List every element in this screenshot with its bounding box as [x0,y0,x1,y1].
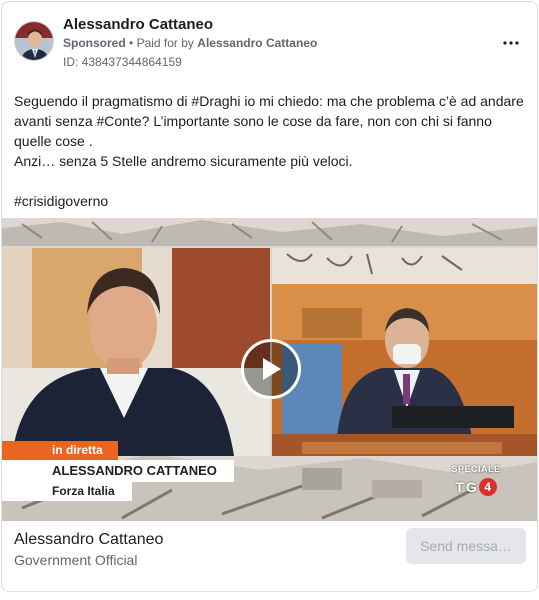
send-message-button[interactable]: Send messa… [406,528,526,564]
logo-letter: 4 [478,478,497,496]
sponsored-line: Sponsored • Paid for by Alessandro Catta… [63,36,317,50]
ad-footer: Alessandro Cattaneo Government Official … [2,521,537,591]
play-button[interactable] [241,339,301,399]
advertiser-name[interactable]: Alessandro Cattaneo [63,16,213,33]
party-banner: Forza Italia [2,482,132,501]
avatar-image [15,22,53,60]
sponsored-label: Sponsored [63,36,126,50]
paid-for-label: Paid for by [136,36,194,50]
ad-header: Alessandro Cattaneo Sponsored • Paid for… [2,2,537,82]
play-icon [263,358,281,380]
page-category: Government Official [14,552,138,568]
ad-id: ID: 438437344864159 [63,55,182,69]
logo-letter: G [465,479,477,495]
page-name[interactable]: Alessandro Cattaneo [14,531,163,549]
paid-for-name: Alessandro Cattaneo [197,36,318,50]
advertiser-avatar[interactable] [14,21,54,61]
hashtag-link[interactable]: #crisidigoverno [14,191,529,211]
logo-top-text: SPECIALE [451,464,501,474]
more-options-button[interactable] [499,33,523,53]
meta-separator: • [129,36,134,50]
speciale-tg4-logo: SPECIALE T G 4 [448,464,504,500]
speaker-name-banner: ALESSANDRO CATTANEO [2,460,234,482]
more-horizontal-icon [503,41,519,45]
ad-card: Alessandro Cattaneo Sponsored • Paid for… [1,1,538,592]
ad-video[interactable]: in diretta ALESSANDRO CATTANEO Forza Ita… [2,218,537,521]
body-paragraph: Seguendo il pragmatismo di #Draghi io mi… [14,93,524,149]
live-banner: in diretta [2,441,118,460]
body-paragraph: Anzi… senza 5 Stelle andremo sicuramente… [14,153,353,169]
ad-body-text: Seguendo il pragmatismo di #Draghi io mi… [14,91,529,211]
logo-letter: T [455,479,464,495]
